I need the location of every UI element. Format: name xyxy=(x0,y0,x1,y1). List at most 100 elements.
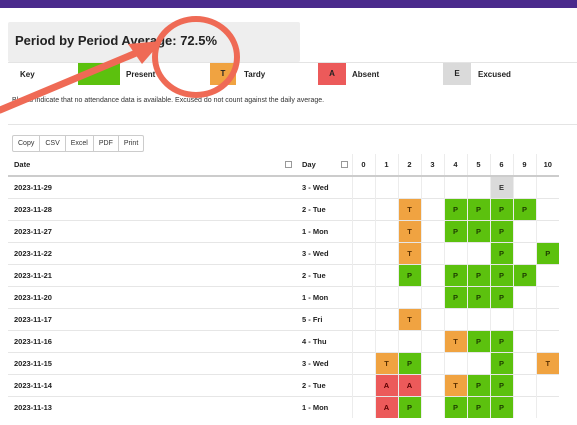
attendance-cell xyxy=(374,175,398,199)
date-cell: 2023-11-22 xyxy=(8,242,296,265)
divider xyxy=(8,124,577,125)
attendance-cell: P xyxy=(397,264,421,287)
attendance-cell xyxy=(351,286,375,309)
attendance-cell xyxy=(420,286,444,309)
period-header[interactable]: 6 xyxy=(489,154,513,177)
attendance-cell xyxy=(374,330,398,353)
day-cell: 3 - Wed xyxy=(296,242,352,265)
attendance-cell xyxy=(351,198,375,221)
day-cell: 2 - Tue xyxy=(296,198,352,221)
attendance-cell xyxy=(466,242,490,265)
period-header[interactable]: 1 xyxy=(374,154,398,177)
attendance-cell: P xyxy=(466,374,490,397)
pdf-button[interactable]: PDF xyxy=(92,135,119,152)
table-row: 2023-11-13 1 - Mon A P P P P xyxy=(8,396,559,418)
attendance-cell xyxy=(420,242,444,265)
attendance-cell xyxy=(466,352,490,375)
excused-label: Excused xyxy=(478,70,511,79)
attendance-cell xyxy=(397,175,421,199)
attendance-cell: P xyxy=(512,264,536,287)
attendance-cell: T xyxy=(397,220,421,243)
day-cell: 4 - Thu xyxy=(296,330,352,353)
attendance-cell xyxy=(351,396,375,418)
attendance-cell xyxy=(535,374,559,397)
excel-button[interactable]: Excel xyxy=(64,135,94,152)
date-cell: 2023-11-15 xyxy=(8,352,296,375)
period-header[interactable]: 5 xyxy=(466,154,490,177)
attendance-cell: A xyxy=(397,374,421,397)
period-average-panel: Period by Period Average: 72.5% xyxy=(8,22,300,62)
attendance-cell: P xyxy=(489,374,513,397)
attendance-cell: T xyxy=(443,330,467,353)
date-column-header[interactable]: Date xyxy=(8,154,296,177)
period-average-title: Period by Period Average: 72.5% xyxy=(15,33,218,48)
period-header[interactable]: 2 xyxy=(397,154,421,177)
attendance-cell xyxy=(351,175,375,199)
attendance-cell: P xyxy=(489,286,513,309)
day-cell: 2 - Tue xyxy=(296,264,352,287)
attendance-cell xyxy=(351,374,375,397)
attendance-cell xyxy=(374,286,398,309)
attendance-cell xyxy=(443,175,467,199)
top-bar xyxy=(0,0,577,8)
attendance-cell xyxy=(443,308,467,331)
sort-icon xyxy=(285,161,292,168)
date-cell: 2023-11-21 xyxy=(8,264,296,287)
attendance-cell xyxy=(351,220,375,243)
sort-icon xyxy=(340,161,348,168)
table-header-row: Date Day 0 1 2 3 4 5 6 9 10 xyxy=(8,154,559,177)
day-cell: 1 - Mon xyxy=(296,286,352,309)
attendance-cell xyxy=(374,198,398,221)
attendance-cell xyxy=(512,396,536,418)
attendance-cell xyxy=(466,175,490,199)
period-header[interactable]: 10 xyxy=(535,154,559,177)
print-button[interactable]: Print xyxy=(117,135,145,152)
attendance-cell xyxy=(466,308,490,331)
table-row: 2023-11-20 1 - Mon P P P xyxy=(8,286,559,309)
attendance-cell xyxy=(351,352,375,375)
attendance-cell xyxy=(535,396,559,418)
csv-button[interactable]: CSV xyxy=(39,135,66,152)
attendance-cell xyxy=(443,352,467,375)
attendance-cell xyxy=(374,220,398,243)
attendance-cell xyxy=(420,396,444,418)
attendance-cell xyxy=(420,198,444,221)
day-header-label: Day xyxy=(302,160,316,169)
period-header[interactable]: 4 xyxy=(443,154,467,177)
period-header[interactable]: 3 xyxy=(420,154,444,177)
absent-label: Absent xyxy=(352,70,380,79)
date-cell: 2023-11-29 xyxy=(8,175,296,199)
attendance-cell: P xyxy=(466,286,490,309)
period-header[interactable]: 9 xyxy=(512,154,536,177)
attendance-cell xyxy=(420,175,444,199)
date-cell: 2023-11-27 xyxy=(8,220,296,243)
attendance-cell xyxy=(420,308,444,331)
copy-button[interactable]: Copy xyxy=(12,135,41,152)
date-cell: 2023-11-16 xyxy=(8,330,296,353)
table-row: 2023-11-22 3 - Wed T P P xyxy=(8,242,559,265)
attendance-cell: T xyxy=(397,242,421,265)
present-label: Present xyxy=(126,70,156,79)
attendance-cell xyxy=(374,264,398,287)
date-header-label: Date xyxy=(14,160,31,169)
attendance-cell: P xyxy=(466,264,490,287)
attendance-cell: P xyxy=(443,264,467,287)
attendance-cell xyxy=(512,352,536,375)
attendance-cell: P xyxy=(489,198,513,221)
attendance-cell: P xyxy=(512,198,536,221)
attendance-cell: P xyxy=(489,396,513,418)
excused-swatch: E xyxy=(443,63,471,85)
table-row: 2023-11-15 3 - Wed T P P T xyxy=(8,352,559,375)
attendance-cell: A xyxy=(374,374,398,397)
attendance-cell: P xyxy=(443,198,467,221)
day-cell: 3 - Wed xyxy=(296,175,352,199)
attendance-cell: T xyxy=(397,308,421,331)
attendance-cell xyxy=(420,352,444,375)
attendance-cell xyxy=(397,286,421,309)
attendance-cell xyxy=(535,198,559,221)
period-header[interactable]: 0 xyxy=(351,154,375,177)
attendance-cell: P xyxy=(489,220,513,243)
day-column-header[interactable]: Day xyxy=(296,154,352,177)
attendance-cell: P xyxy=(443,396,467,418)
attendance-cell: P xyxy=(466,396,490,418)
